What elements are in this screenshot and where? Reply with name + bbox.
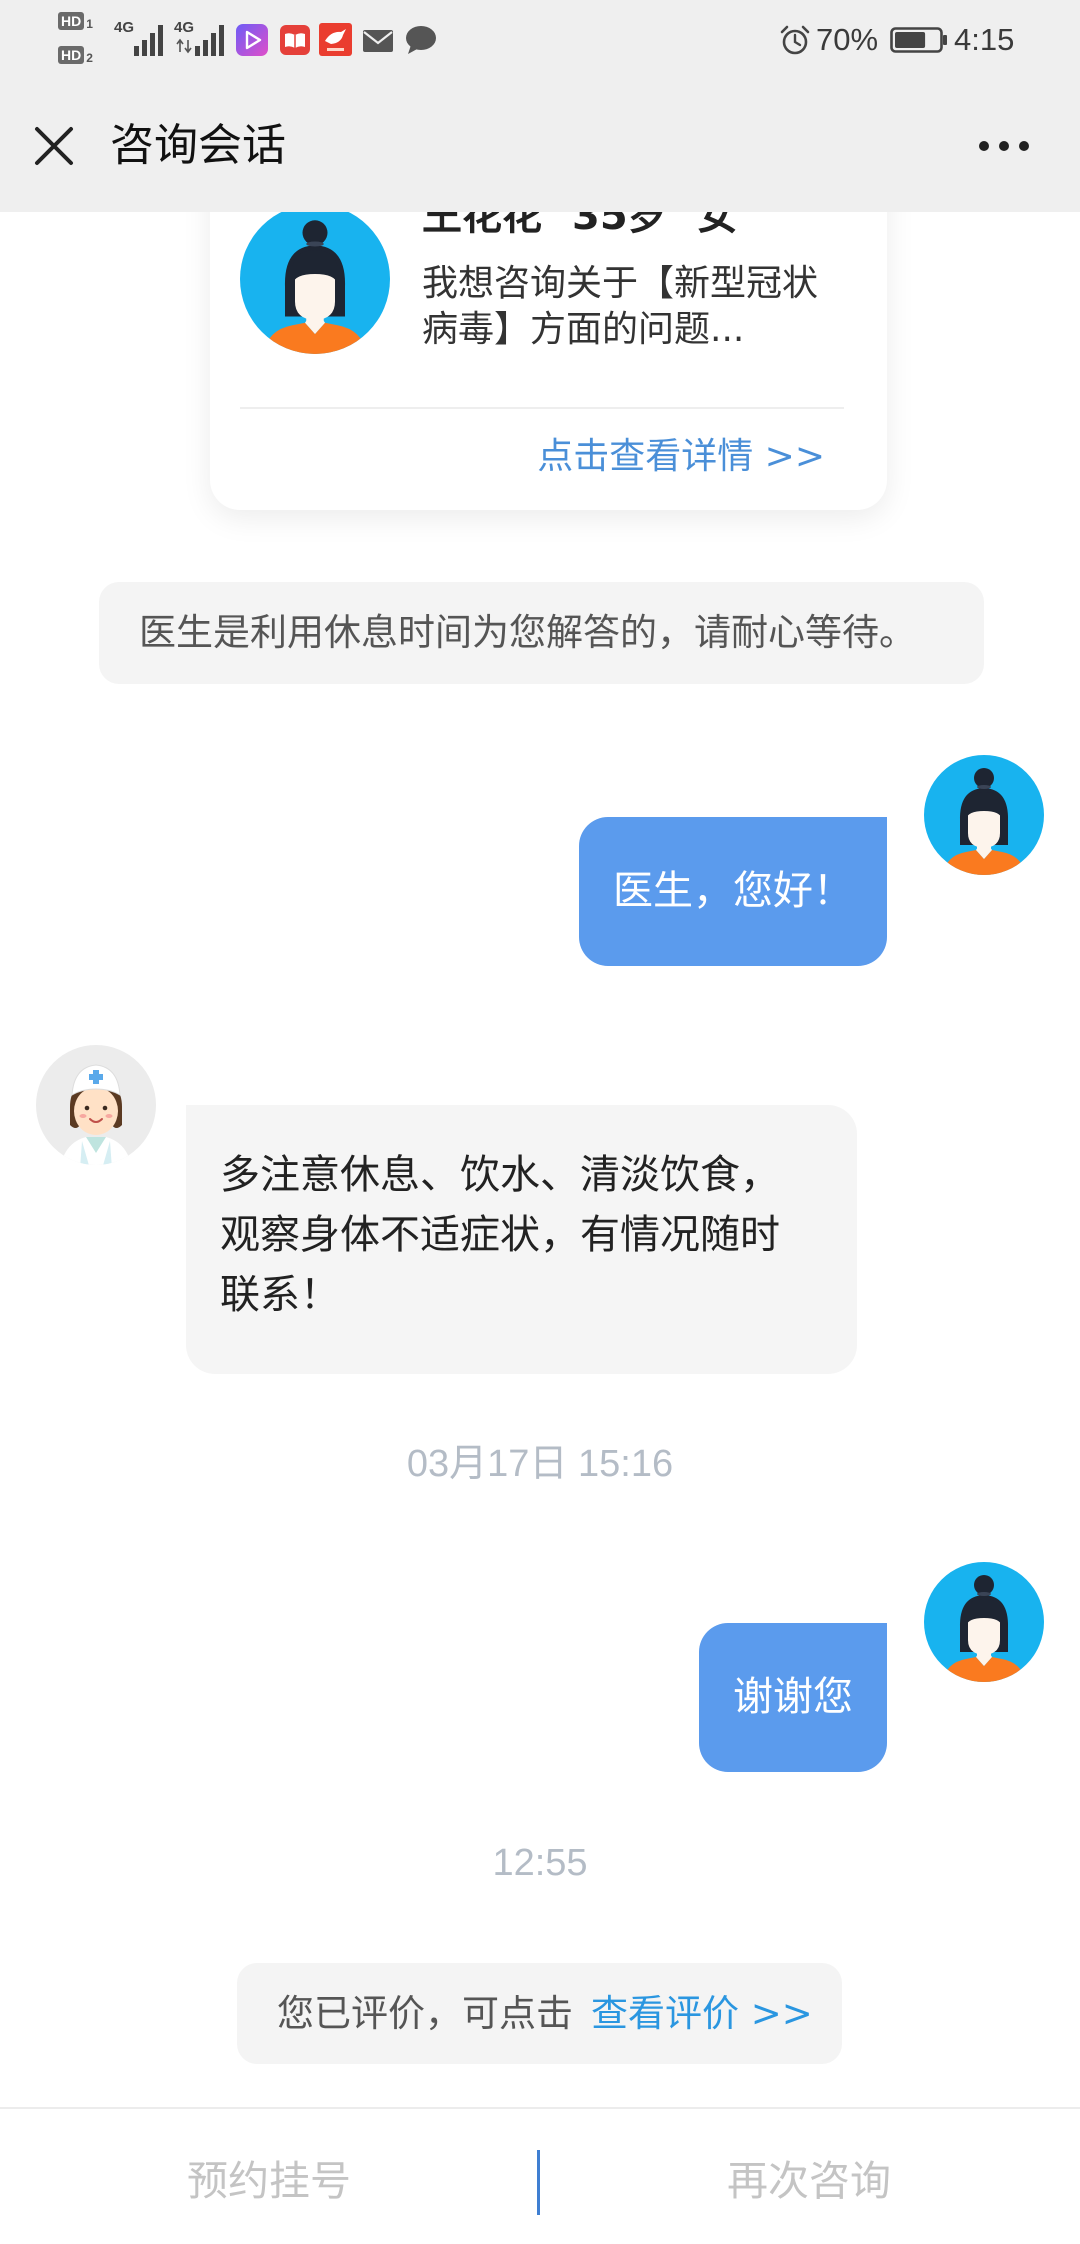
mail-icon [363, 30, 393, 52]
rating-notice-text: 您已评价，可点击 [277, 1992, 573, 2035]
video-app-icon [236, 24, 268, 56]
doctor-message-bubble: 多注意休息、饮水、清淡饮食，观察身体不适症状，有情况随时联系！ [186, 1105, 857, 1374]
network-type-label: 4G [114, 19, 135, 36]
signal-bars-icon [195, 25, 224, 56]
message-timestamp: 03月17日 15:16 [406, 1443, 674, 1485]
battery-fill [895, 32, 926, 48]
sim1-indicator: HD 1 [58, 12, 93, 30]
close-icon[interactable] [32, 124, 76, 168]
system-notice: 医生是利用休息时间为您解答的，请耐心等待。 [99, 582, 984, 684]
question-summary: 我想咨询关于【新型冠状病毒】方面的问题... [422, 263, 819, 350]
card-divider [240, 407, 844, 409]
sim-index: 1 [86, 17, 93, 31]
user-message-bubble: 医生，您好！ [579, 817, 887, 966]
battery-icon [890, 27, 947, 53]
data-activity-icon [176, 38, 192, 54]
news-app-icon [319, 23, 352, 56]
consult-again-button[interactable]: 再次咨询 [538, 2109, 1080, 2244]
clock-time: 4:15 [954, 22, 1015, 57]
hd-badge: HD [58, 12, 85, 30]
bottom-bar: 预约挂号 再次咨询 [0, 2107, 1080, 2244]
doctor-message-text: 多注意休息、饮水、清淡饮食，观察身体不适症状，有情况随时联系！ [220, 1152, 780, 1318]
bar-divider [537, 2150, 540, 2215]
rating-notice: 您已评价，可点击 查看评价 >> [237, 1963, 842, 2064]
top-bar: HD 1 HD 2 4G 4G 70% 4:15 咨询会话 [0, 0, 1080, 212]
message-timestamp: 12:55 [492, 1842, 588, 1884]
more-icon[interactable] [972, 134, 1036, 158]
reader-app-icon [280, 25, 310, 55]
hd-badge: HD [58, 46, 85, 64]
view-rating-link[interactable]: 查看评价 >> [591, 1992, 813, 2035]
view-details-link[interactable]: 点击查看详情 >> [537, 434, 825, 480]
alarm-icon [780, 25, 810, 55]
patient-avatar-icon [924, 755, 1044, 875]
signal-bars-icon [134, 25, 163, 56]
battery-percent: 70% [816, 22, 879, 57]
network-type-label: 4G [174, 19, 195, 36]
doctor-avatar-icon [36, 1045, 156, 1165]
patient-avatar-icon [240, 204, 390, 354]
sim2-indicator: HD 2 [58, 46, 93, 64]
book-appointment-button[interactable]: 预约挂号 [0, 2109, 538, 2244]
page-title: 咨询会话 [110, 120, 286, 171]
user-message-bubble: 谢谢您 [699, 1623, 887, 1772]
chat-icon [406, 26, 436, 54]
patient-avatar-icon [924, 1562, 1044, 1682]
sim-index: 2 [86, 51, 93, 65]
